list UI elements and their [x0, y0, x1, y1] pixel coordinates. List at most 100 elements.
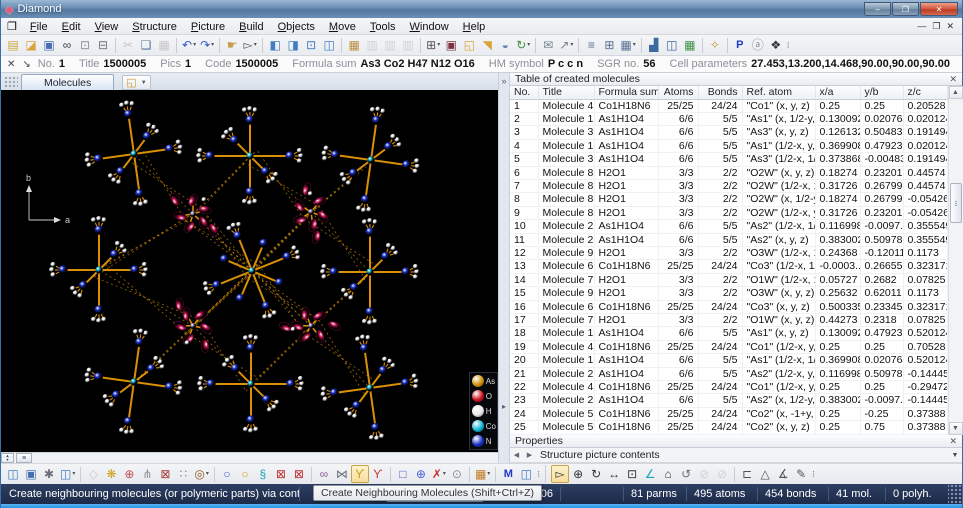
tab-molecules[interactable]: Molecules: [21, 74, 114, 90]
menu-structure[interactable]: Structure: [125, 20, 184, 34]
table-scrollbar[interactable]: ▲ ▼: [948, 86, 963, 435]
scroll-down-icon[interactable]: ▼: [949, 422, 963, 435]
measure-angle-icon[interactable]: △: [756, 465, 774, 483]
column-header-bonds[interactable]: Bonds: [698, 86, 742, 99]
mdi-minimize-icon[interactable]: —: [917, 21, 926, 32]
folder-up-icon[interactable]: ◥: [478, 36, 496, 54]
measure-pen-icon[interactable]: ✎: [792, 465, 810, 483]
molecular-structure-drawing[interactable]: ba: [1, 90, 496, 452]
table-row[interactable]: 15Molecule 9H2O13/32/2"O3W" (x, y, z)0.2…: [510, 287, 947, 300]
table-row[interactable]: 21Molecule 2As1H1O46/65/5"As2" (1/2-x, y…: [510, 367, 947, 380]
view-table-icon[interactable]: ◫: [320, 36, 338, 54]
undo-icon[interactable]: ↶▾: [180, 36, 198, 54]
select-tool-icon[interactable]: ▻: [551, 465, 569, 483]
column-header-z-c[interactable]: z/c: [903, 86, 947, 99]
panel-splitter[interactable]: » ▸: [498, 73, 510, 463]
view-picture-icon[interactable]: ⊡: [302, 36, 320, 54]
track-icon[interactable]: ❖: [767, 36, 785, 54]
properties-back-icon[interactable]: ◀: [510, 449, 523, 462]
select-mode-icon[interactable]: ▻▾: [241, 36, 259, 54]
chart-picture-icon[interactable]: ◫: [663, 36, 681, 54]
measure-m-icon[interactable]: M: [499, 465, 517, 483]
structure-viewport[interactable]: ba AsOHCoN: [1, 90, 498, 452]
table-row[interactable]: 16Molecule 6Co1H18N625/2524/24"Co3" (x, …: [510, 300, 947, 313]
destroy-all-icon[interactable]: ⊠: [290, 465, 308, 483]
table-row[interactable]: 8Molecule 8H2O13/32/2"O2W" (x, 1/2-y...0…: [510, 193, 947, 206]
ring-yellow-icon[interactable]: ○: [236, 465, 254, 483]
table-row[interactable]: 19Molecule 4Co1H18N625/2524/24"Co1" (1/2…: [510, 340, 947, 353]
delete-neighbouring-molecules-icon[interactable]: ϒ: [369, 465, 387, 483]
build-molecules-icon[interactable]: ❋: [102, 465, 120, 483]
save-icon[interactable]: ▣: [40, 36, 58, 54]
build-diamond-icon[interactable]: ◇: [84, 465, 102, 483]
picture-new-icon[interactable]: ▣: [442, 36, 460, 54]
build-tools-icon[interactable]: ✱: [40, 465, 58, 483]
ring-blue-icon[interactable]: ○: [218, 465, 236, 483]
menu-window[interactable]: Window: [403, 20, 456, 34]
table-window-icon[interactable]: ▦: [345, 36, 363, 54]
menu-view[interactable]: View: [88, 20, 126, 34]
menu-objects[interactable]: Objects: [271, 20, 322, 34]
view-datasheet-icon[interactable]: ◨: [284, 36, 302, 54]
spin-down-icon[interactable]: ▼: [2, 458, 13, 462]
copy-icon[interactable]: ❏: [137, 36, 155, 54]
redo-icon[interactable]: ↷▾: [198, 36, 216, 54]
table-row[interactable]: 23Molecule 2As1H1O46/65/5"As2" (x, 1/2-y…: [510, 394, 947, 407]
new-document-icon[interactable]: ▤: [4, 36, 22, 54]
complete-fragments-icon[interactable]: ⊕: [412, 465, 430, 483]
folder-new-icon[interactable]: ◱: [460, 36, 478, 54]
table-row[interactable]: 5Molecule 3As1H1O46/65/5"As3" (1/2-x, 1/…: [510, 153, 947, 166]
table-row[interactable]: 18Molecule 1As1H1O46/65/5"As1" (x, y, z)…: [510, 327, 947, 340]
table-row[interactable]: 1Molecule 4Co1H18N625/2524/24"Co1" (x, y…: [510, 99, 947, 112]
properties-selector[interactable]: Structure picture contents: [536, 449, 948, 461]
column-header-ref-atom[interactable]: Ref. atom: [742, 86, 815, 99]
find-icon[interactable]: ∞: [58, 36, 76, 54]
home-view-icon[interactable]: ⌂: [659, 465, 677, 483]
menu-move[interactable]: Move: [322, 20, 363, 34]
table-close-icon[interactable]: ✕: [949, 74, 957, 85]
table-row[interactable]: 17Molecule 7H2O13/32/2"O1W" (x, y, z)0.4…: [510, 314, 947, 327]
column-header-y-b[interactable]: y/b: [860, 86, 903, 99]
table-row[interactable]: 22Molecule 4Co1H18N625/2524/24"Co1" (1/2…: [510, 381, 947, 394]
panel-grip[interactable]: [4, 76, 18, 88]
resize-grip[interactable]: [948, 484, 962, 504]
destroy-lattice-icon[interactable]: ⊠: [272, 465, 290, 483]
expand-structure-icon[interactable]: ↘: [22, 59, 30, 70]
menu-file[interactable]: File: [23, 20, 55, 34]
menu-edit[interactable]: Edit: [55, 20, 88, 34]
grid-icon[interactable]: ⊞▾: [424, 36, 442, 54]
color-scheme-icon[interactable]: ▦▾: [473, 465, 492, 483]
table-row[interactable]: 4Molecule 1As1H1O46/65/5"As1" (1/2-x, y,…: [510, 139, 947, 152]
layout-table-icon[interactable]: ▦▾: [618, 36, 637, 54]
save-copy-icon[interactable]: ◒: [496, 36, 514, 54]
expand-arrow-icon[interactable]: ▸: [502, 402, 506, 411]
table-row[interactable]: 24Molecule 5Co1H18N625/2524/24"Co2" (x, …: [510, 407, 947, 420]
zoom-tool-icon[interactable]: ⊡: [623, 465, 641, 483]
table-row[interactable]: 6Molecule 8H2O13/32/2"O2W" (x, y, z)0.18…: [510, 166, 947, 179]
coordination-sphere-icon[interactable]: §: [254, 465, 272, 483]
scrollbar-thumb[interactable]: [950, 183, 962, 223]
tab-spinner[interactable]: ▲▼: [1, 453, 14, 463]
rotate-tool-icon[interactable]: ↻: [587, 465, 605, 483]
properties-dropdown-icon[interactable]: ▼: [948, 452, 962, 459]
table-row[interactable]: 9Molecule 8H2O13/32/2"O2W" (1/2-x, y...0…: [510, 206, 947, 219]
table-row[interactable]: 12Molecule 9H2O13/32/2"O3W" (1/2-x, 1...…: [510, 246, 947, 259]
pan-icon[interactable]: ☛: [223, 36, 241, 54]
new-picture-button[interactable]: ◱▼: [122, 75, 150, 90]
close-structure-icon[interactable]: ✕: [7, 59, 15, 70]
layout-list-add-icon[interactable]: ⊞: [600, 36, 618, 54]
layout-list-icon[interactable]: ≡: [582, 36, 600, 54]
menu-tools[interactable]: Tools: [363, 20, 403, 34]
chart-table-icon[interactable]: ▦: [681, 36, 699, 54]
table-row[interactable]: 13Molecule 6Co1H18N625/2524/24"Co3" (1/2…: [510, 260, 947, 273]
print-icon[interactable]: ⊟: [94, 36, 112, 54]
connect-bond-icon[interactable]: ∞: [315, 465, 333, 483]
build-target-icon[interactable]: ◎▾: [192, 465, 211, 483]
table-row[interactable]: 14Molecule 7H2O13/32/2"O1W" (1/2-x, 1...…: [510, 273, 947, 286]
picture-menu-icon[interactable]: ◫▾: [58, 465, 77, 483]
column-header-atoms[interactable]: Atoms: [658, 86, 698, 99]
measure-torsion-icon[interactable]: ∡: [774, 465, 792, 483]
maximize-button[interactable]: ❐: [892, 2, 919, 16]
display-settings-icon[interactable]: ▣: [22, 465, 40, 483]
print-preview-icon[interactable]: ⊡: [76, 36, 94, 54]
